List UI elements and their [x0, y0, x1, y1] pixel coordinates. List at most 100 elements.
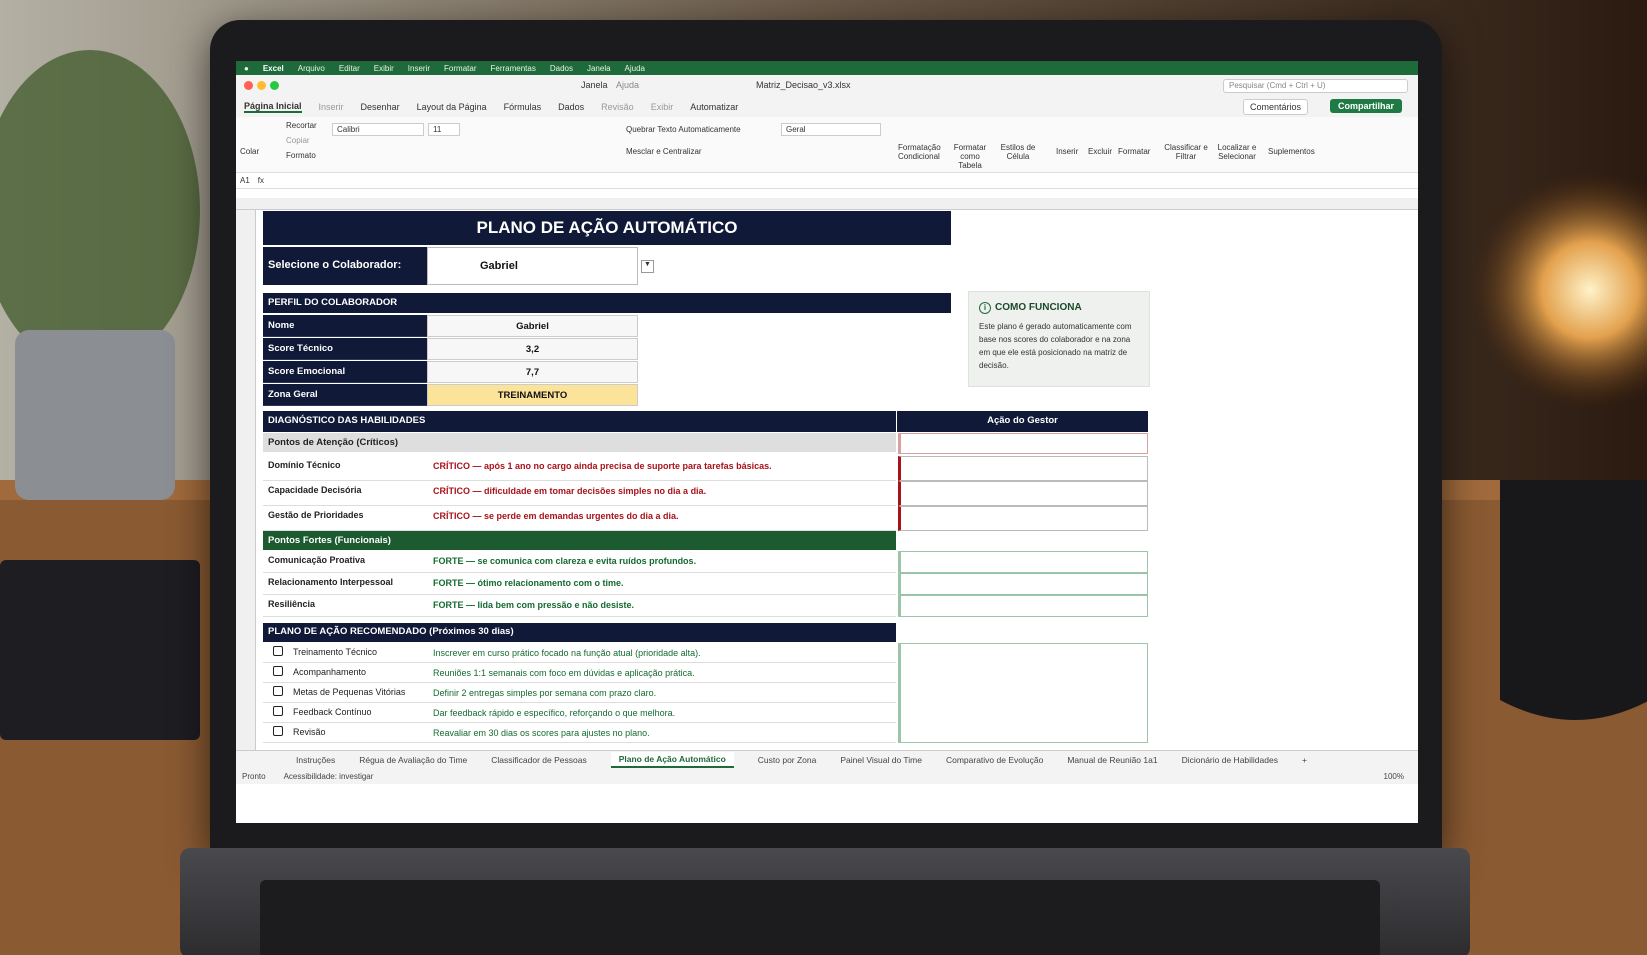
action-cell[interactable] [898, 481, 1148, 506]
maximize-button[interactable] [270, 80, 279, 90]
copy-button[interactable]: Copiar [286, 136, 310, 145]
sheet-tab-active[interactable]: Plano de Ação Automático [610, 751, 734, 768]
sheet-tab[interactable]: Régua de Avaliação do Time [359, 755, 467, 765]
insert-cells-button[interactable]: Inserir [1056, 147, 1078, 156]
fx-icon[interactable]: fx [258, 176, 264, 185]
plan-text: Inscrever em curso prático focado na fun… [433, 648, 701, 658]
info-icon: i [979, 302, 991, 314]
number-format-select[interactable]: Geral [781, 123, 881, 136]
format-table-button[interactable]: Formatar como Tabela [948, 143, 992, 170]
skill-diagnosis: FORTE — lida bem com pressão e não desis… [433, 600, 635, 610]
zoom-level[interactable]: 100% [1384, 772, 1404, 781]
tab-automate[interactable]: Automatizar [690, 102, 738, 112]
action-cell[interactable] [898, 433, 1148, 454]
tab-data[interactable]: Dados [558, 102, 584, 112]
tab-review[interactable]: Revisão [601, 102, 634, 112]
action-cell[interactable] [898, 551, 1148, 573]
info-title: i COMO FUNCIONA [979, 302, 1139, 314]
collaborator-select[interactable]: Gabriel [427, 247, 638, 285]
menu-app[interactable]: Excel [263, 64, 284, 73]
menu-item[interactable]: Formatar [444, 64, 476, 73]
sheet-tab[interactable]: Custo por Zona [758, 755, 817, 765]
sort-filter-button[interactable]: Classificar e Filtrar [1164, 143, 1208, 161]
profile-value[interactable]: 7,7 [427, 361, 638, 383]
action-cell[interactable] [898, 573, 1148, 595]
select-label: Selecione o Colaborador: [263, 247, 427, 285]
accessibility-status[interactable]: Acessibilidade: investigar [284, 772, 374, 781]
plan-row: Revisão Reavaliar em 30 dias os scores p… [263, 723, 896, 743]
profile-label: Zona Geral [263, 384, 427, 406]
plan-row: Metas de Pequenas Vitórias Definir 2 ent… [263, 683, 896, 703]
wrap-text-button[interactable]: Quebrar Texto Automaticamente [626, 125, 741, 134]
sheet-tab[interactable]: Classificador de Pessoas [491, 755, 586, 765]
font-select[interactable]: Calibri [332, 123, 424, 136]
profile-value[interactable]: 3,2 [427, 338, 638, 360]
font-size-select[interactable]: 11 [428, 123, 460, 136]
action-cell[interactable] [898, 643, 1148, 743]
action-cell[interactable] [898, 456, 1148, 481]
action-cell[interactable] [898, 595, 1148, 617]
action-cell[interactable] [898, 506, 1148, 531]
format-painter-button[interactable]: Formato [286, 151, 316, 160]
attention-row: Domínio Técnico CRÍTICO — após 1 ano no … [263, 456, 896, 481]
cell-styles-button[interactable]: Estilos de Célula [998, 143, 1038, 161]
name-box[interactable]: A1 [240, 176, 250, 185]
menu-item[interactable]: Dados [550, 64, 573, 73]
tab-view[interactable]: Exibir [651, 102, 674, 112]
menu-item[interactable]: Ajuda [625, 64, 645, 73]
menu-item[interactable]: Arquivo [298, 64, 325, 73]
sheet-tab[interactable]: Dicionário de Habilidades [1182, 755, 1278, 765]
toolbar-ajuda[interactable]: Ajuda [616, 80, 639, 90]
skill-name: Resiliência [268, 599, 316, 609]
conditional-format-button[interactable]: Formatação Condicional [898, 143, 941, 161]
cut-button[interactable]: Recortar [286, 121, 317, 130]
skill-name: Relacionamento Interpessoal [268, 577, 394, 587]
menu-item[interactable]: Exibir [374, 64, 394, 73]
share-button[interactable]: Compartilhar [1329, 99, 1402, 113]
tab-layout[interactable]: Layout da Página [417, 102, 487, 112]
skill-diagnosis: FORTE — ótimo relacionamento com o time. [433, 578, 624, 588]
attention-row: Capacidade Decisória CRÍTICO — dificulda… [263, 481, 896, 506]
page-title: PLANO DE AÇÃO AUTOMÁTICO [263, 211, 951, 245]
sheet-tab[interactable]: Comparativo de Evolução [946, 755, 1043, 765]
search-input[interactable]: Pesquisar (Cmd + Ctrl + U) [1223, 79, 1408, 93]
merge-center-button[interactable]: Mesclar e Centralizar [626, 147, 702, 156]
feedback-icon [273, 706, 283, 716]
menu-item[interactable]: Ferramentas [490, 64, 535, 73]
title-bar: Janela Ajuda Matriz_Decisao_v3.xlsx Pesq… [236, 75, 1418, 97]
addins-button[interactable]: Suplementos [1268, 147, 1315, 156]
menu-item[interactable]: Inserir [408, 64, 430, 73]
plan-item: Treinamento Técnico [293, 647, 378, 657]
minimize-button[interactable] [257, 80, 266, 90]
delete-cells-button[interactable]: Excluir [1088, 147, 1112, 156]
plan-text: Dar feedback rápido e específico, reforç… [433, 708, 676, 718]
sheet-tab[interactable]: Painel Visual do Time [840, 755, 922, 765]
skill-name: Comunicação Proativa [268, 555, 366, 565]
tab-insert[interactable]: Inserir [319, 102, 344, 112]
diagnostic-header: DIAGNÓSTICO DAS HABILIDADES [263, 411, 896, 432]
comments-button[interactable]: Comentários [1242, 99, 1308, 115]
sheet-tab[interactable]: Instruções [296, 755, 335, 765]
add-sheet-icon[interactable]: + [1302, 755, 1307, 765]
plan-row: Treinamento Técnico Inscrever em curso p… [263, 643, 896, 663]
sheet-tab[interactable]: Manual de Reunião 1a1 [1067, 755, 1157, 765]
close-button[interactable] [244, 80, 253, 90]
format-cells-button[interactable]: Formatar [1118, 147, 1150, 156]
profile-value[interactable]: Gabriel [427, 315, 638, 337]
paste-button[interactable]: Colar [240, 147, 259, 156]
tab-draw[interactable]: Desenhar [361, 102, 400, 112]
attention-row: Gestão de Prioridades CRÍTICO — se perde… [263, 506, 896, 531]
tab-formulas[interactable]: Fórmulas [504, 102, 542, 112]
apple-icon[interactable]: ● [244, 64, 249, 73]
toolbar-janela[interactable]: Janela [581, 80, 608, 90]
find-select-button[interactable]: Localizar e Selecionar [1214, 143, 1260, 161]
skill-diagnosis: FORTE — se comunica com clareza e evita … [433, 556, 697, 566]
menu-item[interactable]: Janela [587, 64, 611, 73]
menu-item[interactable]: Editar [339, 64, 360, 73]
zone-badge[interactable]: TREINAMENTO [427, 384, 638, 406]
strong-row: Resiliência FORTE — lida bem com pressão… [263, 595, 896, 617]
dropdown-arrow-icon[interactable]: ▼ [641, 260, 654, 273]
tab-home[interactable]: Página Inicial [244, 101, 302, 113]
goals-icon [273, 686, 283, 696]
sheet-content: PLANO DE AÇÃO AUTOMÁTICO Selecione o Col… [263, 211, 1418, 751]
